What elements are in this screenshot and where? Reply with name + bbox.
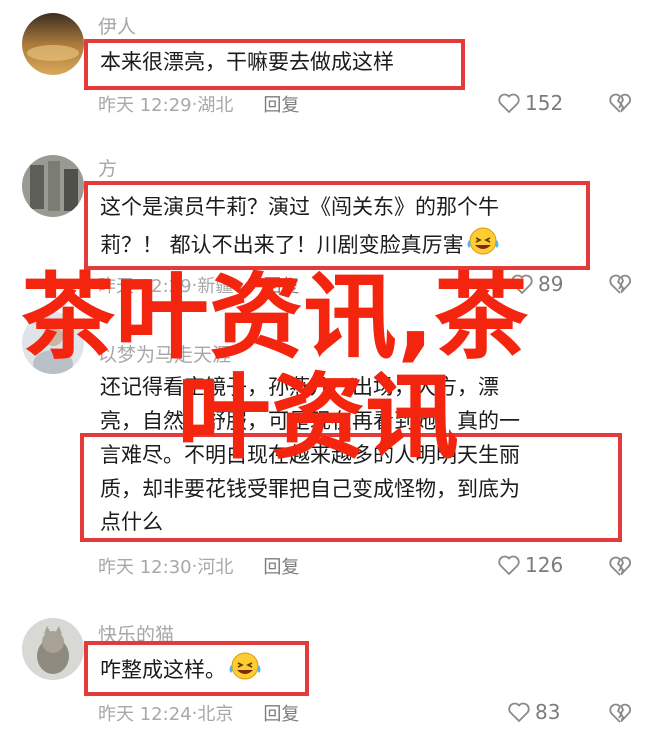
like-count: 83	[535, 700, 561, 724]
avatar[interactable]	[22, 155, 84, 217]
heart-icon	[498, 555, 520, 575]
dislike-button[interactable]	[608, 273, 632, 299]
laughing-tears-emoji-icon	[466, 226, 500, 266]
location: 北京	[197, 704, 234, 725]
timestamp: 昨天 12:24	[98, 704, 192, 725]
comment-text-line-5: 点什么	[100, 510, 163, 534]
dislike-button[interactable]	[608, 702, 632, 728]
heart-icon	[508, 702, 530, 722]
heart-icon	[498, 93, 520, 113]
broken-heart-icon	[609, 703, 631, 723]
watermark-line-2: 叶资讯	[177, 364, 461, 471]
comment-meta: 昨天 12:30 · 河北 回复	[98, 553, 299, 579]
location: 河北	[197, 557, 234, 578]
comment-text: 这个是演员牛莉？演过《闯关东》的那个牛	[100, 195, 499, 219]
reply-button[interactable]: 回复	[263, 700, 299, 726]
like-count: 126	[525, 553, 564, 577]
broken-heart-icon	[609, 556, 631, 576]
like-count: 89	[538, 272, 564, 296]
broken-heart-icon	[609, 274, 631, 294]
username[interactable]: 方	[98, 154, 117, 181]
avatar[interactable]	[22, 618, 84, 680]
dislike-button[interactable]	[608, 555, 632, 581]
username[interactable]: 伊人	[98, 12, 136, 39]
broken-heart-icon	[609, 93, 631, 113]
comment-text: 本来很漂亮，干嘛要去做成这样	[100, 50, 394, 74]
comment-meta: 昨天 12:29 · 湖北 回复	[98, 91, 299, 117]
avatar[interactable]	[22, 13, 84, 75]
watermark-line-1: 茶叶资讯,茶	[22, 264, 529, 371]
timestamp: 昨天 12:29	[98, 95, 192, 116]
laughing-tears-emoji-icon	[228, 651, 262, 691]
comment-text-line-4: 质，却非要花钱受罪把自己变成怪物，到底为	[100, 477, 520, 501]
like-button[interactable]: 126	[497, 553, 563, 577]
dislike-button[interactable]	[608, 92, 632, 118]
timestamp: 昨天 12:30	[98, 557, 192, 578]
comment-text-line-2: 莉？！ 都认不出来了！川剧变脸真厉害	[100, 226, 500, 266]
location: 湖北	[197, 95, 234, 116]
reply-button[interactable]: 回复	[263, 553, 299, 579]
like-count: 152	[525, 91, 564, 115]
like-button[interactable]: 152	[497, 91, 563, 115]
comment-text: 咋整成这样。	[100, 651, 262, 691]
like-button[interactable]: 83	[507, 700, 560, 724]
comment-meta: 昨天 12:24 · 北京 回复	[98, 700, 299, 726]
reply-button[interactable]: 回复	[263, 91, 299, 117]
